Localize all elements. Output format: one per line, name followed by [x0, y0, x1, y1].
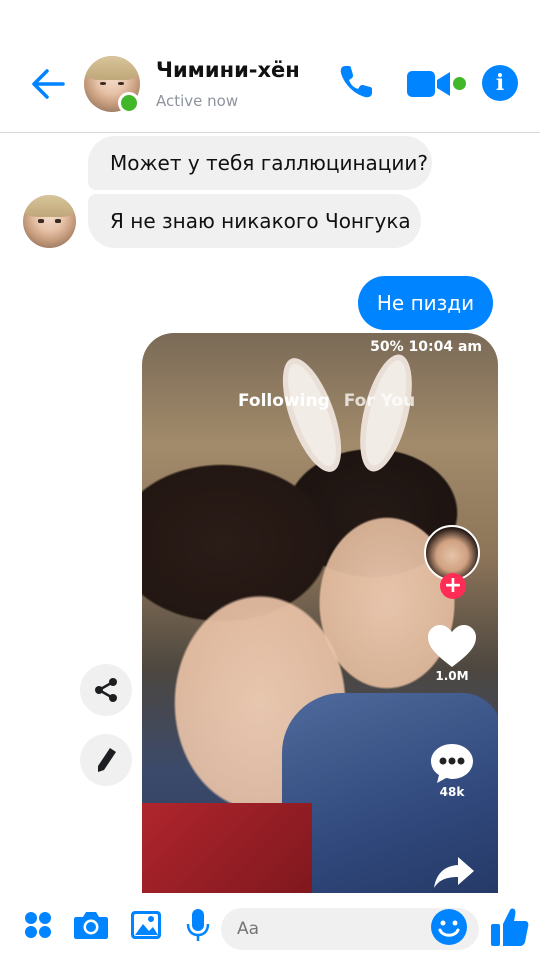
incoming-message[interactable]: Я не знаю никакого Чонгука: [88, 194, 421, 248]
share-arrow-icon: [434, 857, 474, 888]
info-button[interactable]: i: [482, 65, 518, 101]
incoming-message[interactable]: Может у тебя галлюцинации?: [88, 136, 432, 190]
share-button[interactable]: [80, 664, 132, 716]
like-count-group: 1.0M: [424, 623, 480, 683]
contact-status: Active now: [156, 92, 239, 110]
back-button[interactable]: [28, 64, 68, 104]
conversation-header: Чимини-хён Active now i: [0, 0, 540, 133]
video-call-button[interactable]: [406, 66, 452, 102]
bunny-ear: [270, 351, 354, 479]
gallery-button[interactable]: [128, 907, 164, 943]
voice-message-button[interactable]: [180, 907, 216, 943]
thumbs-up-icon: [491, 908, 529, 946]
outgoing-message[interactable]: Не пизди: [358, 276, 493, 330]
photo-status-bar: 50% 10:04 am: [370, 339, 482, 355]
comment-count-group: 48k: [424, 741, 480, 799]
comment-bubble-icon: [431, 744, 473, 783]
video-camera-icon: [407, 71, 450, 97]
photo-shirt: [142, 803, 312, 893]
tab-following: Following: [238, 391, 330, 411]
contact-name[interactable]: Чимини-хён: [156, 58, 300, 82]
arrow-left-icon: [32, 69, 65, 99]
follow-plus-icon: +: [440, 573, 466, 599]
like-count: 1.0M: [435, 669, 469, 683]
pencil-icon: [98, 748, 116, 772]
video-online-indicator: [453, 77, 466, 90]
image-icon: [131, 911, 161, 939]
camera-button[interactable]: [73, 907, 109, 943]
photo-feed-tabs: Following For You: [238, 391, 415, 411]
share-icon: [95, 678, 117, 702]
more-apps-button[interactable]: [20, 907, 56, 943]
heart-icon: [428, 625, 476, 667]
emoji-button[interactable]: [430, 908, 468, 946]
bunny-ear: [350, 349, 422, 477]
online-indicator: [118, 92, 140, 114]
shared-photo[interactable]: 50% 10:04 am Following For You + 1.0M 48k: [142, 333, 498, 893]
sender-avatar[interactable]: [23, 195, 76, 248]
send-like-button[interactable]: [490, 906, 530, 948]
info-icon: i: [495, 70, 505, 96]
tab-for-you: For You: [343, 391, 416, 411]
camera-icon: [74, 912, 108, 939]
microphone-icon: [186, 909, 210, 941]
smiley-icon: [431, 909, 467, 945]
voice-call-button[interactable]: [336, 62, 376, 102]
phone-icon: [340, 66, 372, 98]
comment-count: 48k: [439, 785, 465, 799]
four-dots-icon: [25, 912, 51, 938]
edit-button[interactable]: [80, 734, 132, 786]
